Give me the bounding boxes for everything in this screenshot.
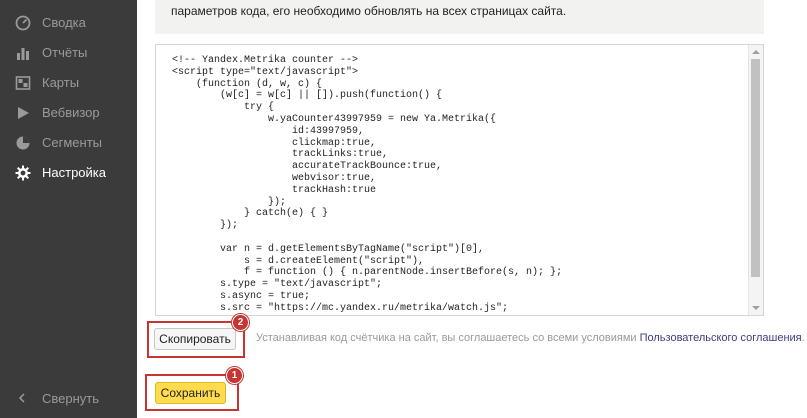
code-line: s = d.createElement("script"), bbox=[172, 255, 425, 267]
sidebar-item-segments[interactable]: Сегменты bbox=[0, 128, 137, 158]
code-line: }); bbox=[172, 196, 287, 208]
sidebar-item-label: Сегменты bbox=[42, 135, 103, 150]
info-text: параметров кода, его необходимо обновлят… bbox=[171, 4, 567, 18]
step-badge-2: 2 bbox=[232, 314, 249, 331]
webvisor-icon bbox=[15, 105, 31, 121]
collapse-sidebar-button[interactable]: Свернуть bbox=[0, 388, 137, 410]
code-line: w.yaCounter43997959 = new Ya.Metrika({ bbox=[172, 113, 497, 125]
code-line: <script type="text/javascript"> bbox=[172, 66, 359, 78]
settings-icon bbox=[15, 165, 31, 181]
scroll-thumb[interactable] bbox=[751, 59, 760, 277]
segments-icon bbox=[15, 135, 31, 151]
chevron-left-icon bbox=[16, 391, 28, 405]
info-panel: параметров кода, его необходимо обновлят… bbox=[155, 0, 764, 34]
code-line: s.async = true; bbox=[172, 290, 311, 302]
code-line: s.src = "https://mc.yandex.ru/metrika/wa… bbox=[172, 302, 509, 314]
code-line: } catch(e) { } bbox=[172, 208, 329, 220]
code-line: s.type = "text/javascript"; bbox=[172, 279, 383, 291]
code-scrollbar[interactable] bbox=[748, 45, 763, 315]
sidebar-item-label: Карты bbox=[42, 75, 80, 90]
code-line: webvisor:true, bbox=[172, 172, 377, 184]
code-line: (w[c] = w[c] || []).push(function() { bbox=[172, 90, 443, 102]
sidebar-item-settings[interactable]: Настройка bbox=[0, 158, 137, 188]
code-content: <!-- Yandex.Metrika counter --> <script t… bbox=[172, 55, 562, 315]
sidebar: Сводка Отчёты Карты Вебвизор Сегменты На… bbox=[0, 0, 137, 418]
code-line: f = function () { n.parentNode.insertBef… bbox=[172, 267, 563, 279]
user-agreement-link[interactable]: Пользовательского соглашения bbox=[640, 332, 802, 344]
sidebar-item-reports[interactable]: Отчёты bbox=[0, 38, 137, 68]
code-line: accurateTrackBounce:true, bbox=[172, 161, 443, 173]
sidebar-item-webvisor[interactable]: Вебвизор bbox=[0, 98, 137, 128]
maps-icon bbox=[15, 75, 31, 91]
sidebar-item-maps[interactable]: Карты bbox=[0, 68, 137, 98]
code-line: <!-- Yandex.Metrika counter --> bbox=[172, 55, 359, 66]
sidebar-item-dashboard[interactable]: Сводка bbox=[0, 8, 137, 38]
agreement-period: . bbox=[801, 332, 805, 344]
step-badge-1: 1 bbox=[226, 367, 243, 384]
scroll-down-icon[interactable] bbox=[752, 306, 760, 310]
save-button[interactable]: Сохранить bbox=[155, 382, 226, 404]
code-line: id:43997959, bbox=[172, 125, 365, 137]
code-line: (function (d, w, c) { bbox=[172, 78, 323, 90]
agreement-message: Устанавливая код счётчика на сайт, вы со… bbox=[256, 332, 637, 344]
sidebar-item-label: Отчёты bbox=[42, 45, 88, 60]
code-textarea[interactable]: <!-- Yandex.Metrika counter --> <script t… bbox=[155, 44, 764, 316]
code-line: try { bbox=[172, 102, 275, 114]
dashboard-icon bbox=[15, 15, 31, 31]
sidebar-item-label: Вебвизор bbox=[42, 105, 100, 120]
code-line: }); bbox=[172, 220, 239, 232]
collapse-label: Свернуть bbox=[42, 391, 100, 406]
scroll-up-icon[interactable] bbox=[752, 50, 760, 54]
code-line: var n = d.getElementsByTagName("script")… bbox=[172, 243, 485, 255]
code-line: trackHash:true bbox=[172, 184, 377, 196]
sidebar-item-label: Настройка bbox=[42, 165, 106, 180]
code-line: trackLinks:true, bbox=[172, 149, 389, 161]
reports-icon bbox=[15, 45, 31, 61]
sidebar-item-label: Сводка bbox=[42, 15, 86, 30]
agreement-text: Устанавливая код счётчика на сайт, вы со… bbox=[256, 332, 805, 344]
copy-button[interactable]: Скопировать bbox=[154, 328, 236, 350]
code-line: clickmap:true, bbox=[172, 137, 377, 149]
